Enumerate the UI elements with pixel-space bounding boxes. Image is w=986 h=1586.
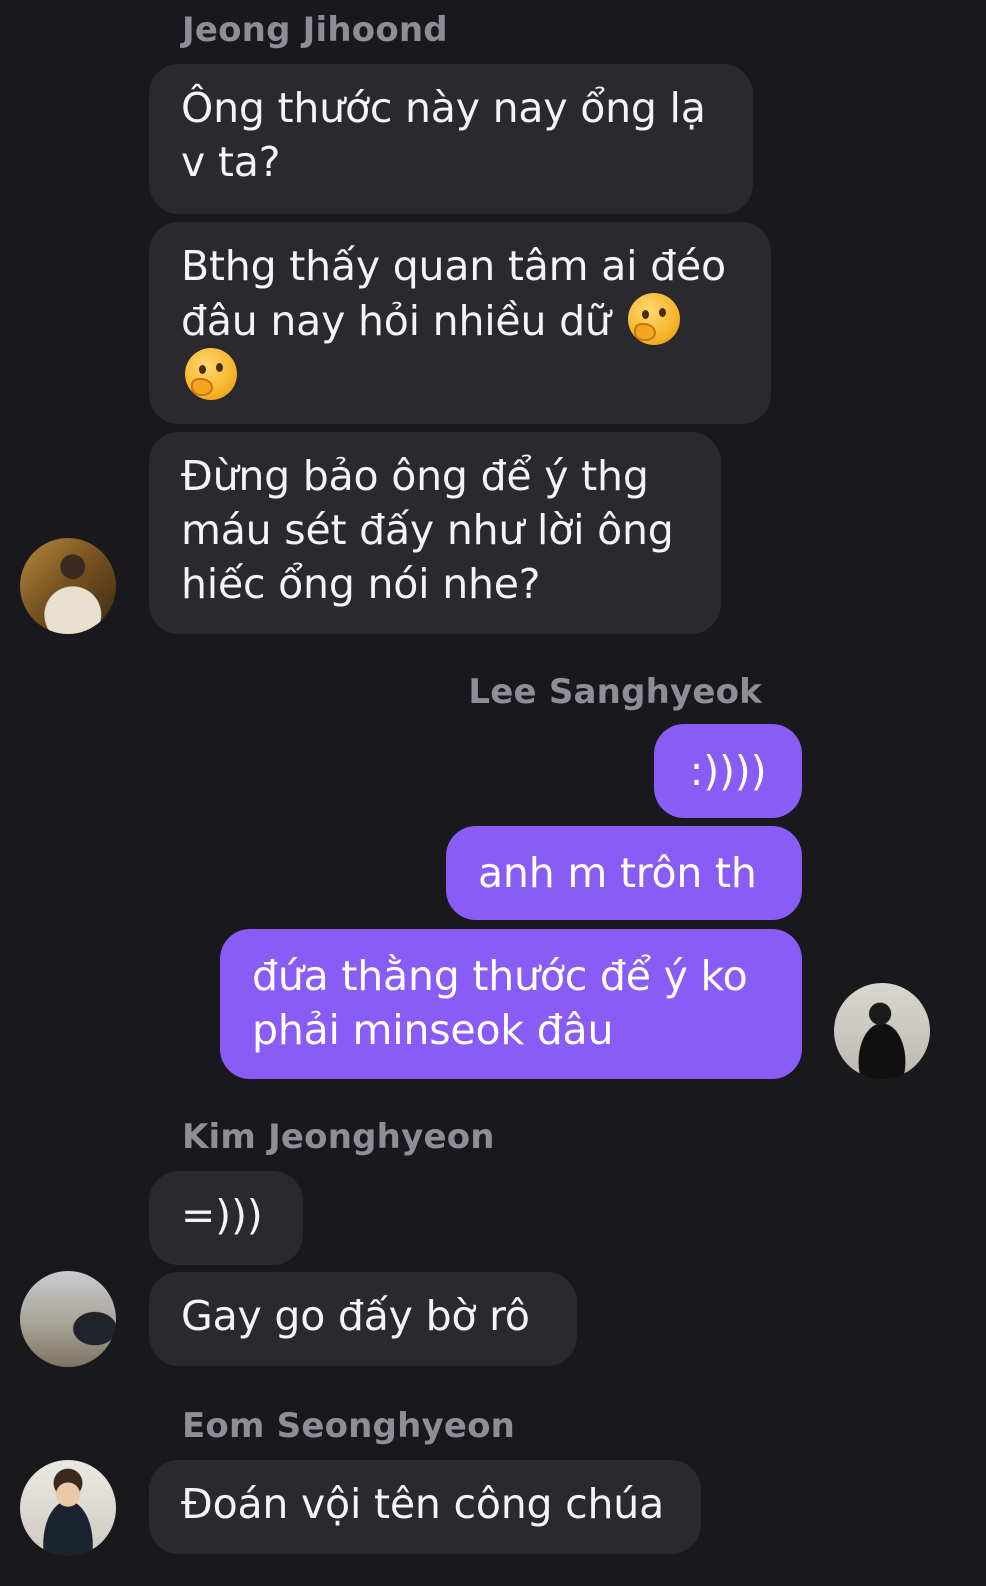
message-text: Đừng bảo ông để ý thg máu sét đấy như lờ… xyxy=(181,452,674,608)
message-bubble[interactable]: Ông thước này nay ổng lạ v ta? xyxy=(149,64,753,214)
sender-name-lee-sanghyeok: Lee Sanghyeok xyxy=(468,672,762,712)
avatar-kim-jeonghyeon[interactable] xyxy=(20,1271,116,1367)
message-bubble[interactable]: =))) xyxy=(149,1171,303,1265)
message-text: Ông thước này nay ổng lạ v ta? xyxy=(181,84,706,186)
message-bubble[interactable]: Bthg thấy quan tâm ai đéo đâu nay hỏi nh… xyxy=(149,222,771,424)
sender-name-eom-seonghyeon: Eom Seonghyeon xyxy=(182,1406,516,1446)
avatar-eom-seonghyeon[interactable] xyxy=(20,1460,116,1556)
message-text: đứa thằng thước để ý ko phải minseok đâu xyxy=(252,952,748,1054)
message-bubble[interactable]: Gay go đấy bờ rô xyxy=(149,1272,577,1366)
message-text: =))) xyxy=(181,1191,263,1239)
thinking-face-emoji-icon xyxy=(185,348,237,400)
sender-name-kim-jeonghyeon: Kim Jeonghyeon xyxy=(182,1117,495,1157)
avatar-lee-sanghyeok[interactable] xyxy=(834,983,930,1079)
message-bubble[interactable]: Đừng bảo ông để ý thg máu sét đấy như lờ… xyxy=(149,432,721,634)
sender-name-jeong-jihoond: Jeong Jihoond xyxy=(182,10,448,50)
message-text: anh m trôn th xyxy=(478,849,757,897)
message-text: :)))) xyxy=(689,747,767,795)
thinking-face-emoji-icon xyxy=(627,293,680,345)
message-text: Đoán vội tên công chúa xyxy=(181,1480,664,1528)
message-bubble[interactable]: :)))) xyxy=(654,724,802,818)
message-bubble[interactable]: anh m trôn th xyxy=(446,826,802,920)
message-bubble[interactable]: Đoán vội tên công chúa xyxy=(149,1460,701,1554)
message-text: Gay go đấy bờ rô xyxy=(181,1292,530,1340)
message-bubble[interactable]: đứa thằng thước để ý ko phải minseok đâu xyxy=(220,929,802,1079)
avatar-jeong-jihoond[interactable] xyxy=(20,538,116,634)
